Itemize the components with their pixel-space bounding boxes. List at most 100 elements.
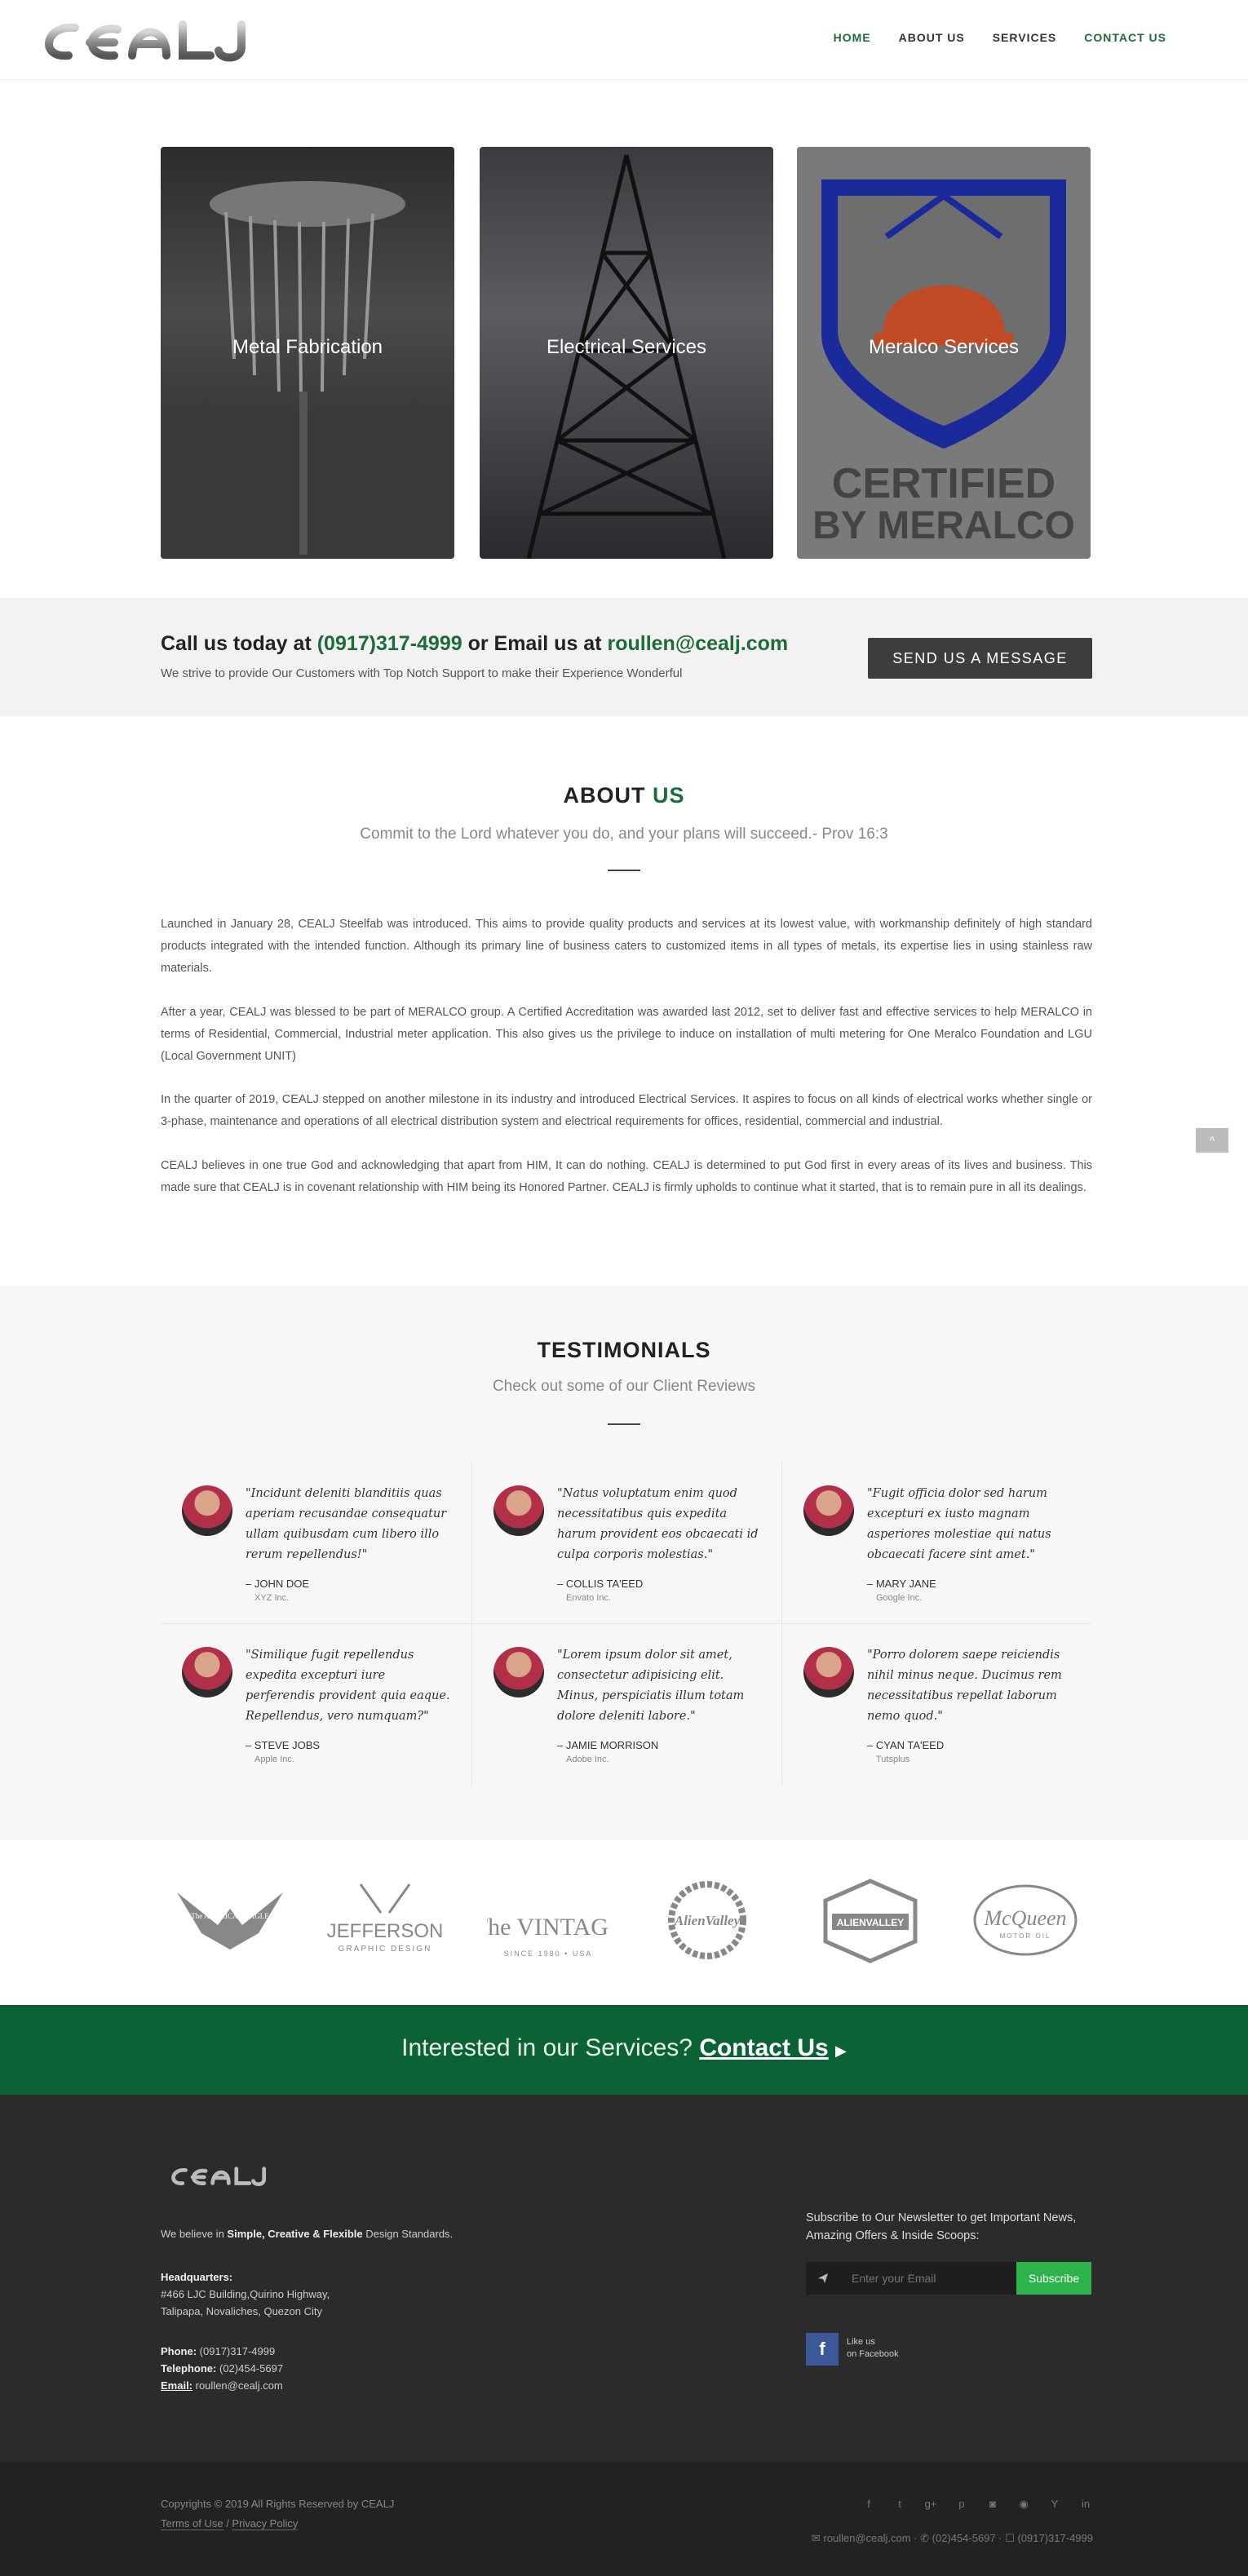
client-logo-american-eagle[interactable]: The AMERICAN EAGLE bbox=[169, 1868, 291, 1974]
testimonial-company: Apple Inc. bbox=[254, 1755, 294, 1764]
twitter-icon[interactable]: t bbox=[892, 2498, 907, 2511]
privacy-link[interactable]: Privacy Policy bbox=[232, 2517, 299, 2530]
avatar bbox=[182, 1485, 232, 1536]
testimonial-quote: "Fugit officia dolor sed harum excepturi… bbox=[867, 1487, 1051, 1561]
by-meralco-text: BY MERALCO bbox=[812, 504, 1075, 547]
client-logo-mcqueen[interactable]: McQueen MOTOR OIL bbox=[964, 1868, 1086, 1974]
testimonial-company: Adobe Inc. bbox=[566, 1755, 609, 1764]
client-logo-sub: MOTOR OIL bbox=[1000, 1932, 1051, 1940]
card-electrical-services[interactable]: Electrical Services bbox=[480, 147, 773, 559]
call-heading: Call us today at (0917)317-4999 or Email… bbox=[161, 632, 788, 656]
linkedin-icon[interactable]: in bbox=[1078, 2498, 1093, 2511]
tagline-a: We believe in bbox=[161, 2228, 228, 2240]
link-separator: / bbox=[223, 2517, 232, 2530]
pinterest-icon[interactable]: p bbox=[954, 2498, 969, 2511]
fb-line-1: Like us bbox=[847, 2337, 875, 2347]
testimonial-quote: "Similique fugit repellendus expedita ex… bbox=[246, 1649, 450, 1723]
client-logo-text: ALIENVALLEY bbox=[837, 1917, 904, 1928]
client-logo-alienvalley-round[interactable]: AlienValley bbox=[646, 1868, 768, 1974]
client-logo-text: JEFFERSON bbox=[327, 1920, 444, 1942]
facebook-like-text[interactable]: Like us on Facebook bbox=[847, 2336, 899, 2361]
avatar bbox=[493, 1485, 544, 1536]
telephone-label: Telephone: bbox=[161, 2362, 217, 2375]
testimonial-quote: "Lorem ipsum dolor sit amet, consectetur… bbox=[557, 1649, 745, 1723]
client-logo-text: AlienValley bbox=[674, 1913, 741, 1928]
copyright-text: Copyrights © 2019 All Rights Reserved by… bbox=[161, 2498, 395, 2510]
testimonials-divider bbox=[608, 1423, 640, 1425]
about-paragraph-3: In the quarter of 2019, CEALJ stepped on… bbox=[161, 1093, 1092, 1128]
testimonial-card: "Incidunt deleniti blanditiis quas aperi… bbox=[161, 1463, 471, 1624]
about-divider bbox=[608, 870, 640, 871]
footer-tagline: We believe in Simple, Creative & Flexibl… bbox=[161, 2225, 453, 2242]
hq-line-1: #466 LJC Building,Quirino Highway, bbox=[161, 2288, 330, 2300]
client-logo-alienvalley-badge[interactable]: ALIENVALLEY bbox=[809, 1868, 932, 1974]
send-message-button[interactable]: SEND US A MESSAGE bbox=[868, 638, 1092, 679]
testimonial-author: – JAMIE MORRISON bbox=[557, 1739, 659, 1751]
contact-cta-banner: Interested in our Services? Contact Us ▶ bbox=[0, 2005, 1248, 2095]
cta-text: Interested in our Services? Contact Us ▶ bbox=[0, 2034, 1248, 2062]
certified-text: CERTIFIED bbox=[832, 460, 1055, 507]
client-logos: The AMERICAN EAGLE JEFFERSON GRAPHIC DES… bbox=[161, 1868, 1092, 1974]
site-header: HOME ABOUT US SERVICES CONTACT US bbox=[0, 0, 1248, 80]
testimonial-author: – CYAN TA'EED bbox=[867, 1739, 945, 1751]
testimonial-quote: "Incidunt deleniti blanditiis quas aperi… bbox=[246, 1487, 447, 1561]
client-logo-text: The AMERICAN EAGLE bbox=[191, 1912, 269, 1920]
yahoo-icon[interactable]: Y bbox=[1047, 2498, 1062, 2511]
client-logo-jefferson[interactable]: JEFFERSON GRAPHIC DESIGN bbox=[324, 1868, 446, 1974]
nav-contact-us[interactable]: CONTACT US bbox=[1084, 31, 1166, 44]
google-plus-icon[interactable]: g+ bbox=[923, 2498, 938, 2511]
email-label: Email: bbox=[161, 2379, 193, 2392]
site-logo[interactable] bbox=[36, 18, 261, 64]
github-icon[interactable]: ◉ bbox=[1016, 2498, 1031, 2511]
call-email[interactable]: roullen@cealj.com bbox=[607, 632, 788, 655]
play-arrow-icon: ▶ bbox=[835, 2043, 847, 2059]
social-icons: f t g+ p ◙ ◉ Y in bbox=[861, 2498, 1093, 2511]
newsletter-form: Subscribe bbox=[806, 2262, 1091, 2295]
footer-logo[interactable] bbox=[167, 2164, 273, 2189]
about-title: ABOUT US bbox=[0, 783, 1248, 808]
email-value[interactable]: roullen@cealj.com bbox=[193, 2379, 283, 2392]
newsletter-email-input[interactable] bbox=[840, 2262, 1013, 2295]
testimonials-title: TESTIMONIALS bbox=[537, 1338, 711, 1362]
avatar bbox=[803, 1647, 854, 1697]
nav-about-us[interactable]: ABOUT US bbox=[899, 31, 965, 44]
card-title: Meralco Services bbox=[868, 336, 1020, 358]
nav-home[interactable]: HOME bbox=[834, 31, 871, 44]
instagram-icon[interactable]: ◙ bbox=[985, 2498, 1000, 2511]
testimonial-card: "Natus voluptatum enim quod necessitatib… bbox=[471, 1463, 781, 1624]
about-title-b: US bbox=[652, 783, 685, 808]
testimonial-company: XYZ Inc. bbox=[254, 1593, 290, 1603]
hq-label: Headquarters: bbox=[161, 2271, 233, 2283]
newsletter-text: Subscribe to Our Newsletter to get Impor… bbox=[806, 2211, 1077, 2242]
testimonial-author: – JOHN DOE bbox=[246, 1578, 310, 1590]
about-title-a: ABOUT bbox=[563, 783, 653, 808]
hq-line-2: Talipapa, Novaliches, Quezon City bbox=[161, 2305, 322, 2317]
testimonial-card: "Similique fugit repellendus expedita ex… bbox=[161, 1624, 471, 1786]
client-logo-sub: GRAPHIC DESIGN bbox=[339, 1945, 432, 1954]
call-phone[interactable]: (0917)317-4999 bbox=[317, 632, 462, 655]
testimonials-subtitle: Check out some of our Client Reviews bbox=[492, 1378, 756, 1395]
facebook-icon[interactable]: f bbox=[861, 2498, 876, 2511]
telephone-value: (02)454-5697 bbox=[216, 2362, 284, 2375]
card-title: Electrical Services bbox=[546, 336, 707, 358]
scroll-to-top-button[interactable]: ^ bbox=[1196, 1128, 1228, 1153]
subscribe-button[interactable]: Subscribe bbox=[1016, 2262, 1091, 2295]
client-logo-vintage[interactable]: The VINTAGE SINCE 1980 • USA bbox=[473, 1868, 624, 1974]
cta-contact-link[interactable]: Contact Us bbox=[699, 2034, 828, 2061]
terms-link[interactable]: Terms of Use bbox=[161, 2517, 223, 2530]
client-logo-text: McQueen bbox=[983, 1906, 1066, 1930]
footer-headquarters: Headquarters: #466 LJC Building,Quirino … bbox=[161, 2268, 330, 2320]
facebook-icon[interactable]: f bbox=[806, 2333, 839, 2366]
testimonial-card: "Lorem ipsum dolor sit amet, consectetur… bbox=[471, 1624, 781, 1786]
card-meralco-services[interactable]: CERTIFIED BY MERALCO Meralco Services bbox=[797, 147, 1091, 559]
testimonial-card: "Porro dolorem saepe reiciendis nihil mi… bbox=[781, 1624, 1091, 1786]
nav-services[interactable]: SERVICES bbox=[993, 31, 1057, 44]
testimonials-grid: "Incidunt deleniti blanditiis quas aperi… bbox=[161, 1463, 1092, 1786]
main-nav: HOME ABOUT US SERVICES CONTACT US bbox=[834, 31, 1166, 44]
client-logo-text: The VINTAGE bbox=[487, 1914, 609, 1941]
card-metal-fabrication[interactable]: Metal Fabrication bbox=[161, 147, 454, 559]
phone-label: Phone: bbox=[161, 2345, 197, 2357]
bottom-contact-line: ✉ roullen@cealj.com · ✆ (02)454-5697 · ☐… bbox=[811, 2532, 1093, 2544]
about-paragraph-1: Launched in January 28, CEALJ Steelfab w… bbox=[161, 918, 1092, 975]
testimonial-card: "Fugit officia dolor sed harum excepturi… bbox=[781, 1463, 1091, 1624]
